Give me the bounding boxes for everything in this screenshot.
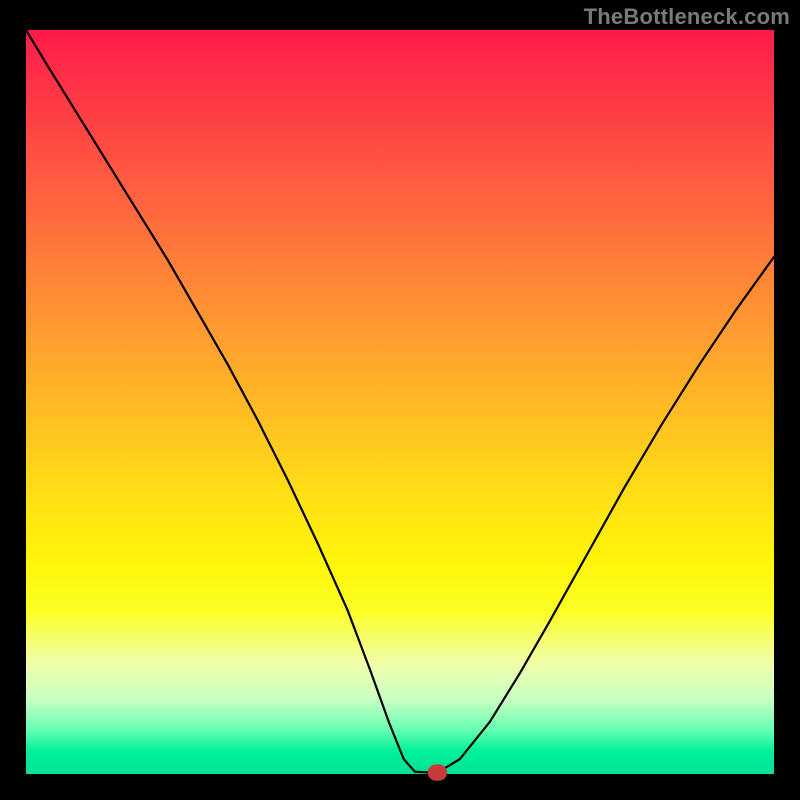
attribution-text: TheBottleneck.com (584, 4, 790, 30)
optimum-marker (431, 768, 443, 777)
bottleneck-curve (26, 30, 774, 773)
plot-area (26, 30, 774, 774)
chart-svg (26, 30, 774, 774)
chart-frame: TheBottleneck.com (0, 0, 800, 800)
